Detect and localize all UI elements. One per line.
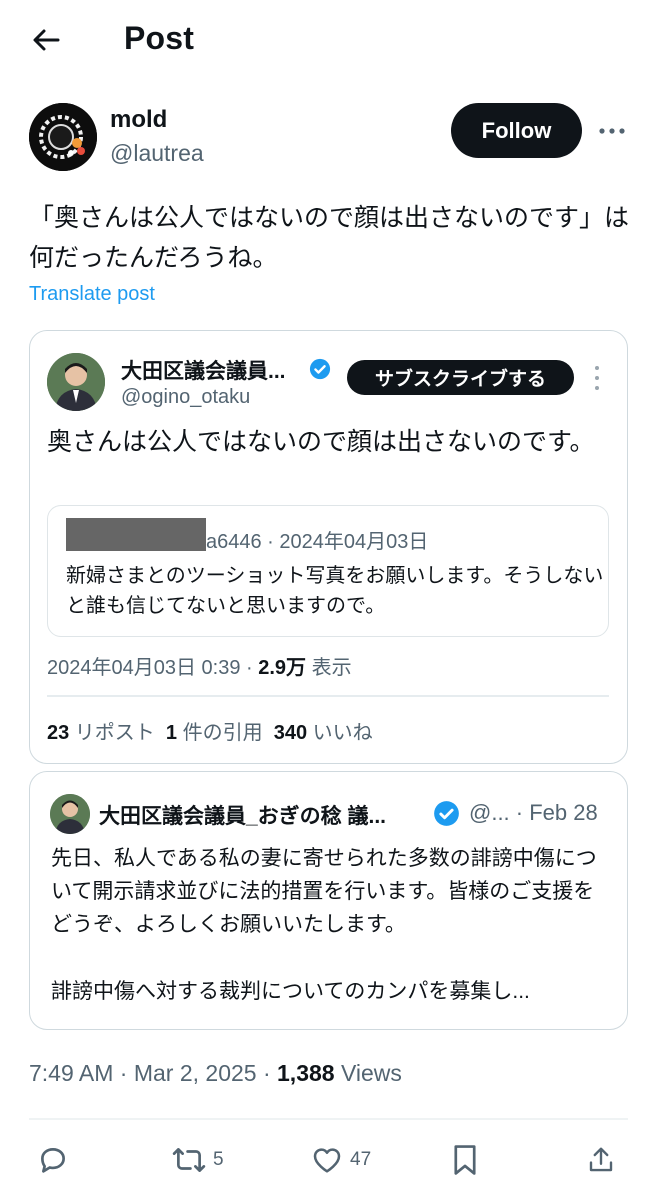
image-post-stats: 23 リポスト 1 件の引用 340 いいね [47, 722, 373, 744]
reply-button[interactable] [36, 1142, 70, 1178]
redaction-block [66, 518, 206, 551]
quoted-author-name: 大田区議会議員_おぎの稔 議... [99, 805, 387, 828]
page-title: Post [124, 20, 195, 56]
more-options-button[interactable] [597, 118, 627, 144]
repost-button[interactable]: 5 [171, 1142, 224, 1178]
follow-button[interactable]: Follow [451, 103, 582, 158]
bookmark-button[interactable] [450, 1142, 480, 1178]
image-divider [47, 695, 609, 697]
post-timestamp-views: 7:49 AM · Mar 2, 2025 · 1,388 Views [29, 1060, 402, 1086]
back-button[interactable] [28, 22, 64, 58]
like-button[interactable]: 47 [310, 1142, 371, 1178]
image-post-text: 奥さんは公人ではないので顔は出さないのです。 [47, 428, 595, 456]
image-author-name: 大田区議会議員... [121, 360, 286, 383]
quoted-author-avatar [50, 794, 90, 834]
translate-post-link[interactable]: Translate post [29, 283, 155, 306]
verified-badge-icon [309, 358, 331, 380]
author-handle[interactable]: @lautrea [110, 140, 204, 167]
quoted-post-text-continued: 誹謗中傷へ対する裁判についてのカンパを募集し... [51, 980, 530, 1003]
heart-icon [313, 1148, 341, 1173]
image-post-date: 2024年04月03日 0:39 · 2.9万 表示 [47, 657, 352, 679]
image-inner-quote-text: 新婦さまとのツーショット写真をお願いします。そうしないと誰も信じてないと思います… [66, 565, 604, 617]
author-avatar[interactable] [29, 103, 97, 171]
post-text: 「奥さんは公人ではないので顔は出さないのです」は何だったんだろうね。 [29, 204, 630, 272]
share-icon [589, 1147, 613, 1172]
verified-badge-icon [434, 801, 459, 826]
repost-count: 5 [213, 1149, 224, 1170]
image-inner-quote-meta: a6446 · 2024年04月03日 [206, 531, 429, 553]
arrow-left-icon [33, 29, 60, 51]
author-name[interactable]: mold [110, 106, 167, 134]
repost-icon [172, 1148, 206, 1172]
image-subscribe-button: サブスクライブする [347, 360, 574, 395]
quoted-post-meta: @... · Feb 28 [469, 800, 598, 825]
quoted-post-text: 先日、私人である私の妻に寄せられた多数の誹謗中傷について開示請求並びに法的措置を… [51, 847, 597, 936]
more-horizontal-icon [599, 128, 625, 134]
share-button[interactable] [586, 1142, 616, 1178]
reply-icon [41, 1148, 65, 1173]
image-author-handle: @ogino_otaku [121, 386, 251, 408]
image-author-avatar [47, 353, 105, 411]
bookmark-icon [454, 1145, 476, 1175]
divider [29, 1118, 628, 1120]
like-count: 47 [350, 1149, 372, 1170]
image-more-icon [590, 366, 604, 390]
